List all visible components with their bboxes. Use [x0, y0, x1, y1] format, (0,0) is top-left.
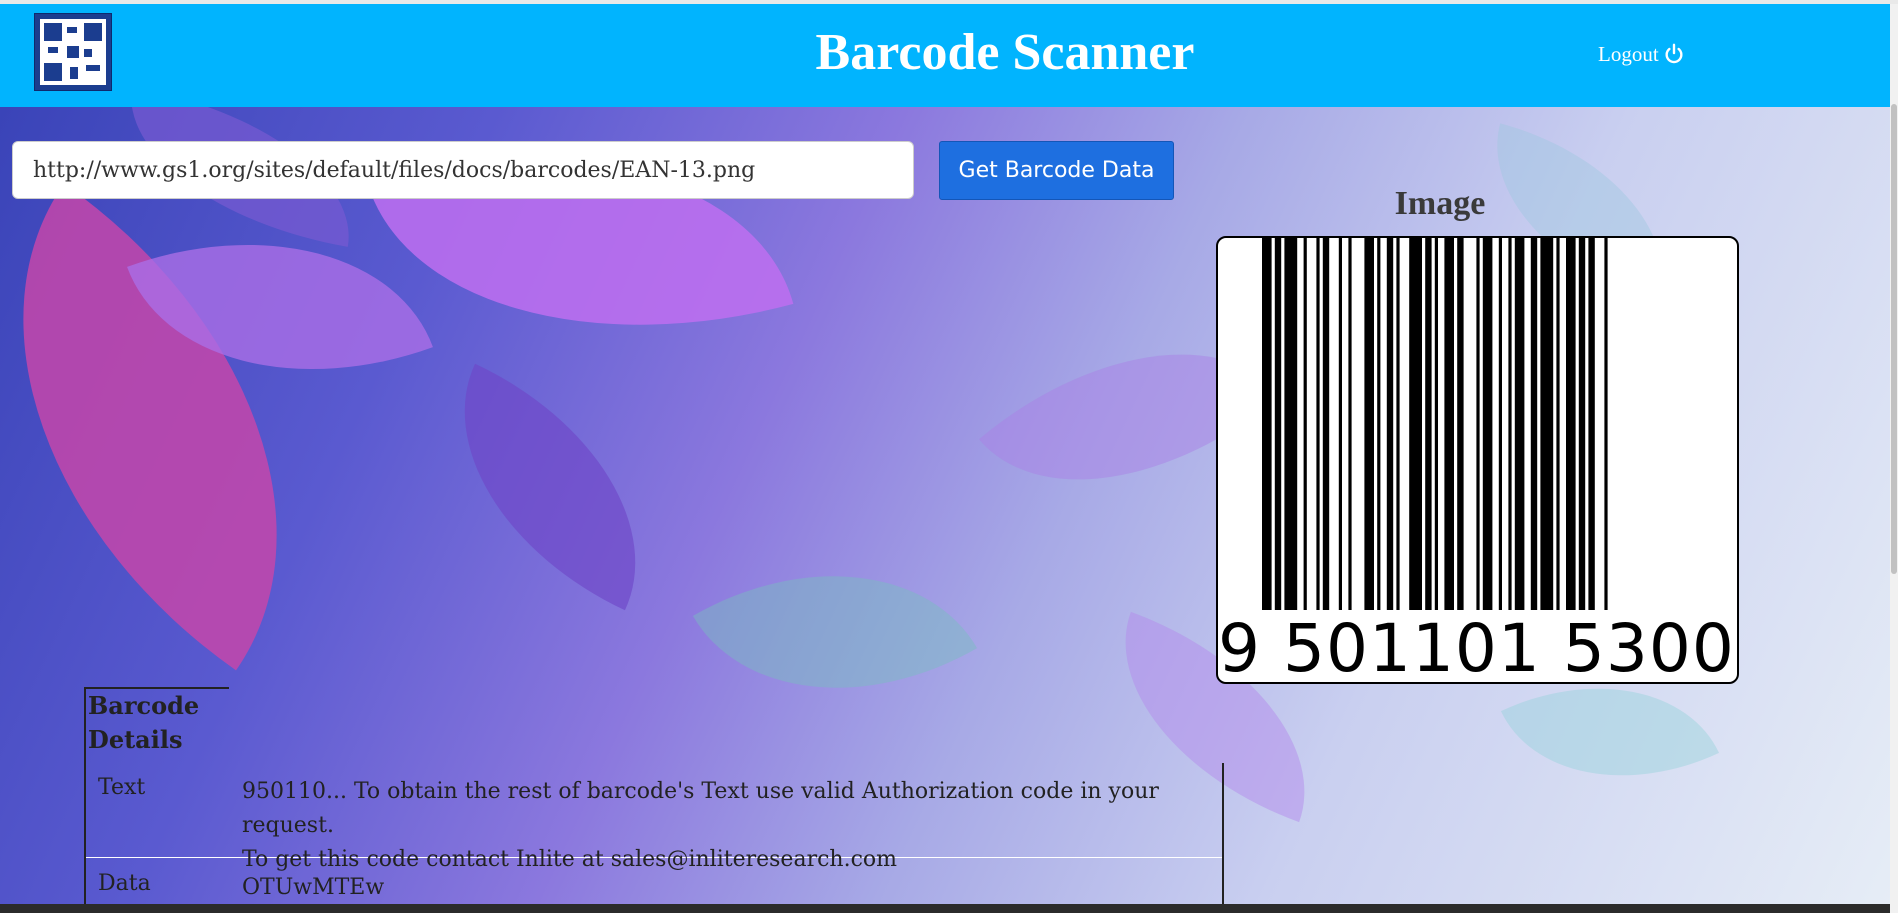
barcode-bar	[1457, 238, 1464, 610]
barcode-bar	[1322, 238, 1330, 610]
details-heading-line1: Barcode	[88, 691, 200, 720]
details-table-body: Text 950110... To obtain the rest of bar…	[84, 763, 1224, 913]
image-heading: Image	[1394, 185, 1486, 222]
barcode-bar	[1482, 238, 1493, 610]
logout-button[interactable]: Logout	[1598, 40, 1685, 68]
barcode-bar	[1386, 238, 1394, 610]
barcode-bar	[1434, 238, 1438, 610]
barcode-bar	[1476, 238, 1480, 610]
barcode-bar	[1578, 238, 1586, 610]
barcode-bar	[1284, 238, 1298, 610]
barcode-bar	[1409, 238, 1422, 610]
barcode-bar	[1377, 238, 1381, 610]
power-icon	[1665, 43, 1683, 64]
row-label: Text	[98, 775, 146, 800]
app-header: Barcode Scanner Logout	[0, 4, 1890, 107]
row-value: OTUwMTEw	[242, 875, 385, 900]
barcode-bar	[1274, 238, 1282, 610]
barcode-bar	[1303, 238, 1307, 610]
barcode-bar	[1508, 238, 1512, 610]
barcode-bar	[1396, 238, 1400, 610]
row-value-line1: 950110... To obtain the rest of barcode'…	[242, 779, 1159, 838]
barcode-image: 9 501101 530003	[1216, 236, 1739, 684]
barcode-bar	[1514, 238, 1525, 610]
qr-code-icon[interactable]	[34, 13, 112, 91]
scrollbar-thumb[interactable]	[1891, 104, 1897, 574]
details-heading: Barcode Details	[84, 687, 229, 763]
barcode-bar	[1425, 238, 1432, 610]
get-barcode-data-button[interactable]: Get Barcode Data	[939, 141, 1174, 200]
barcode-bar	[1444, 238, 1454, 610]
logout-label: Logout	[1598, 42, 1659, 66]
barcode-url-input[interactable]	[12, 141, 914, 199]
page-title: Barcode Scanner	[815, 24, 1195, 81]
barcode-bar	[1604, 238, 1608, 610]
barcode-bar	[1566, 238, 1576, 610]
row-label: Data	[98, 871, 151, 896]
barcode-bar	[1348, 238, 1352, 610]
table-row: Text 950110... To obtain the rest of bar…	[86, 763, 1222, 872]
barcode-bar	[1316, 238, 1320, 610]
barcode-bar	[1556, 238, 1560, 610]
barcode-bar	[1530, 238, 1538, 610]
barcode-details-table: Barcode Details Text 950110... To obtain…	[84, 685, 1224, 913]
barcode-bar	[1338, 238, 1342, 610]
vertical-scrollbar[interactable]	[1890, 4, 1898, 913]
details-heading-line2: Details	[88, 725, 183, 754]
barcode-bar	[1364, 238, 1374, 610]
barcode-bar	[1262, 238, 1272, 610]
window-bottom-edge	[0, 904, 1890, 913]
barcode-bar	[1540, 238, 1554, 610]
barcode-bar	[1498, 238, 1502, 610]
barcode-bar	[1588, 238, 1595, 610]
barcode-digits: 9 501101 530003	[1218, 610, 1737, 684]
